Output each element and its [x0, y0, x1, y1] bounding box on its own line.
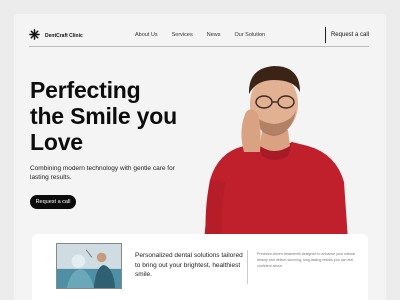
nav-item-news[interactable]: News: [207, 32, 221, 38]
request-call-hero-button[interactable]: Request a call: [30, 195, 76, 209]
request-call-nav-button[interactable]: Request a call: [324, 27, 369, 43]
sparkle-logo-icon: [29, 29, 40, 40]
man-with-toothache-image: [204, 66, 348, 240]
info-card: Personalized dental solutions tailored t…: [32, 234, 368, 300]
dental-procedure-photo: [56, 243, 122, 289]
nav-menu: About Us Services News Our Solution: [135, 32, 279, 38]
hero-subtitle: Combining modern technology with gentle …: [30, 165, 175, 181]
card-description: Precision-driven treatments designed to …: [257, 252, 356, 268]
brand-name[interactable]: DentCraft Clinic: [45, 33, 83, 39]
card-title: Personalized dental solutions tailored t…: [135, 252, 243, 278]
nav-item-services[interactable]: Services: [172, 32, 193, 38]
nav-divider: [29, 46, 369, 47]
nav-item-our-solution[interactable]: Our Solution: [234, 32, 265, 38]
top-navigation: DentCraft Clinic About Us Services News …: [29, 27, 369, 47]
card-divider: [247, 250, 248, 284]
nav-item-about-us[interactable]: About Us: [135, 32, 158, 38]
